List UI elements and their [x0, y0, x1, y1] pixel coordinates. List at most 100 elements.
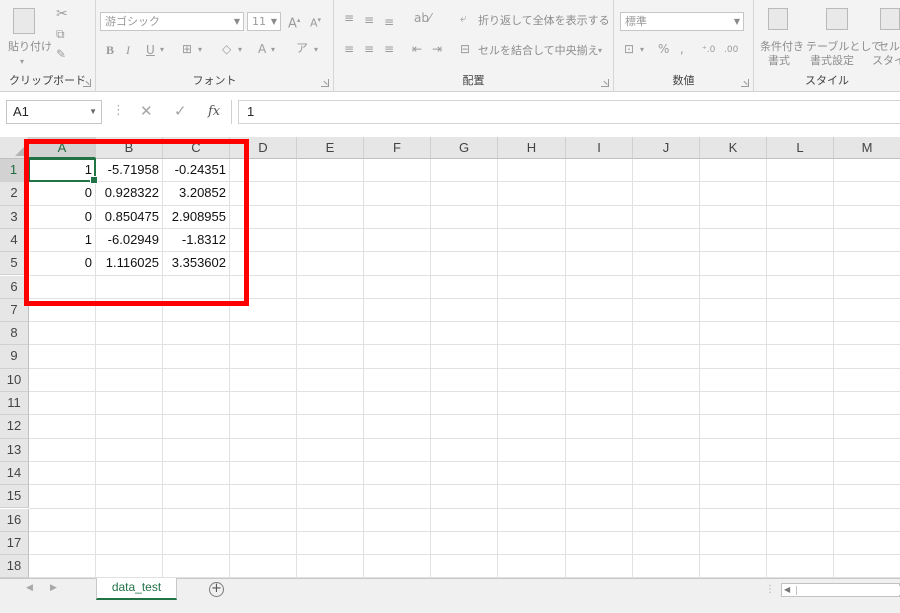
column-header-j[interactable]: J [633, 137, 700, 159]
column-header-d[interactable]: D [230, 137, 297, 159]
decrease-font-icon[interactable]: A▾ [310, 12, 321, 32]
italic-button[interactable]: I [126, 42, 130, 58]
align-left-icon[interactable]: ≡ [344, 41, 354, 57]
format-as-table-button-line2[interactable]: 書式設定 [810, 54, 854, 68]
increase-font-icon[interactable]: A▴ [288, 12, 300, 32]
column-header-l[interactable]: L [767, 137, 834, 159]
column-header-a[interactable]: A [29, 137, 96, 159]
font-color-icon[interactable]: A [258, 41, 266, 57]
select-all-button[interactable] [0, 137, 29, 159]
row-header-1[interactable]: 1 [0, 159, 29, 183]
scrollbar-thumb[interactable] [796, 586, 900, 595]
column-header-i[interactable]: I [566, 137, 633, 159]
cell-styles-button-line1[interactable]: セル [878, 40, 900, 54]
decrease-decimal-icon[interactable]: .00 [724, 42, 738, 58]
paste-dropdown-icon[interactable]: ▾ [20, 54, 24, 70]
cell-c5[interactable]: 3.353602 [163, 252, 229, 274]
cell-c1[interactable]: -0.24351 [163, 159, 229, 181]
row-header-9[interactable]: 9 [0, 345, 29, 369]
column-header-k[interactable]: K [700, 137, 767, 159]
row-header-2[interactable]: 2 [0, 182, 29, 206]
scroll-left-icon[interactable]: ◀ [784, 585, 790, 594]
phonetic-icon[interactable]: ア [296, 40, 308, 56]
cell-b2[interactable]: 0.928322 [96, 182, 162, 204]
align-top-icon[interactable]: ≡ [344, 10, 354, 26]
cancel-icon[interactable]: ✕ [140, 102, 153, 120]
row-header-17[interactable]: 17 [0, 531, 29, 556]
cell-a3[interactable]: 0 [29, 206, 95, 228]
percent-button[interactable]: % [658, 41, 669, 57]
font-color-dropdown-icon[interactable]: ▾ [271, 42, 275, 58]
row-header-7[interactable]: 7 [0, 298, 29, 323]
cell-c3[interactable]: 2.908955 [163, 206, 229, 228]
enter-icon[interactable]: ✓ [174, 102, 187, 120]
column-header-c[interactable]: C [163, 137, 230, 159]
underline-button[interactable]: U [146, 42, 155, 58]
cell-b5[interactable]: 1.116025 [96, 252, 162, 274]
horizontal-scrollbar[interactable]: ◀ [781, 583, 900, 597]
sheet-tab-data-test[interactable]: data_test [96, 578, 177, 600]
row-header-12[interactable]: 12 [0, 415, 29, 439]
column-header-b[interactable]: B [96, 137, 163, 159]
wrap-text-button[interactable]: 折り返して全体を表示する [478, 14, 610, 28]
cell-c2[interactable]: 3.20852 [163, 182, 229, 204]
cell-a4[interactable]: 1 [29, 229, 95, 251]
row-header-15[interactable]: 15 [0, 485, 29, 509]
formula-input[interactable]: 1 [238, 100, 900, 124]
add-sheet-button[interactable]: + [209, 582, 224, 597]
cell-b1[interactable]: -5.71958 [96, 159, 162, 181]
merge-center-icon[interactable]: ⊟ [460, 41, 470, 57]
cell-a5[interactable]: 0 [29, 252, 95, 274]
row-header-6[interactable]: 6 [0, 275, 29, 299]
worksheet-grid[interactable]: ABCDEFGHIJKLM 1 2 3 4 5 6 7 8 9 10 11 12 13 14 15 16 17 1… [0, 137, 900, 578]
conditional-format-button-line2[interactable]: 書式 [768, 54, 790, 68]
format-as-table-button-line1[interactable]: テーブルとして [806, 40, 882, 54]
align-bottom-icon[interactable]: ≡ [384, 14, 394, 30]
cut-icon[interactable]: ✂ [56, 6, 68, 22]
column-header-e[interactable]: E [297, 137, 364, 159]
increase-indent-icon[interactable]: ⇥ [432, 41, 442, 57]
row-header-16[interactable]: 16 [0, 508, 29, 532]
cell-c4[interactable]: -1.8312 [163, 229, 229, 251]
cell-b3[interactable]: 0.850475 [96, 206, 162, 228]
font-size-select[interactable]: 11 ▼ [247, 12, 281, 31]
font-name-select[interactable]: 游ゴシック ▼ [100, 12, 244, 31]
row-header-13[interactable]: 13 [0, 438, 29, 462]
decrease-indent-icon[interactable]: ⇤ [412, 41, 422, 57]
align-middle-icon[interactable]: ≡ [364, 12, 374, 28]
cell-b4[interactable]: -6.02949 [96, 229, 162, 251]
column-header-g[interactable]: G [431, 137, 498, 159]
merge-center-button[interactable]: セルを結合して中央揃え [478, 44, 599, 58]
name-box[interactable]: A1 ▼ [6, 100, 102, 124]
borders-dropdown-icon[interactable]: ▾ [198, 42, 202, 58]
merge-dropdown-icon[interactable]: ▾ [598, 43, 602, 59]
alignment-launcher-icon[interactable] [601, 79, 609, 87]
cell-a2[interactable]: 0 [29, 182, 95, 204]
row-header-18[interactable]: 18 [0, 555, 29, 578]
currency-icon[interactable]: ⊡ [624, 41, 634, 57]
borders-icon[interactable]: ⊞ [182, 41, 192, 57]
row-header-4[interactable]: 4 [0, 228, 29, 253]
bold-button[interactable]: B [106, 42, 114, 58]
comma-button[interactable]: , [680, 41, 684, 57]
row-header-8[interactable]: 8 [0, 322, 29, 346]
phonetic-dropdown-icon[interactable]: ▾ [314, 42, 318, 58]
conditional-format-button-line1[interactable]: 条件付き [760, 40, 804, 54]
cell-styles-button-line2[interactable]: スタイ [872, 54, 900, 68]
column-header-f[interactable]: F [364, 137, 431, 159]
next-sheet-icon[interactable]: ▶ [50, 583, 57, 593]
wrap-text-icon[interactable]: ⤶ [460, 10, 467, 26]
clipboard-launcher-icon[interactable] [83, 79, 91, 87]
format-painter-icon[interactable]: ✎ [56, 46, 66, 62]
row-header-10[interactable]: 10 [0, 368, 29, 392]
increase-decimal-icon[interactable]: ⁺.0 [702, 42, 715, 58]
align-center-icon[interactable]: ≡ [364, 41, 374, 57]
row-header-5[interactable]: 5 [0, 252, 29, 276]
column-header-h[interactable]: H [498, 137, 566, 159]
fill-dropdown-icon[interactable]: ▾ [238, 42, 242, 58]
number-format-select[interactable]: 標準 ▼ [620, 12, 744, 31]
align-right-icon[interactable]: ≡ [384, 41, 394, 57]
column-header-m[interactable]: M [834, 137, 900, 159]
prev-sheet-icon[interactable]: ◀ [26, 583, 33, 593]
orientation-icon[interactable]: ab⁄ [414, 10, 431, 26]
